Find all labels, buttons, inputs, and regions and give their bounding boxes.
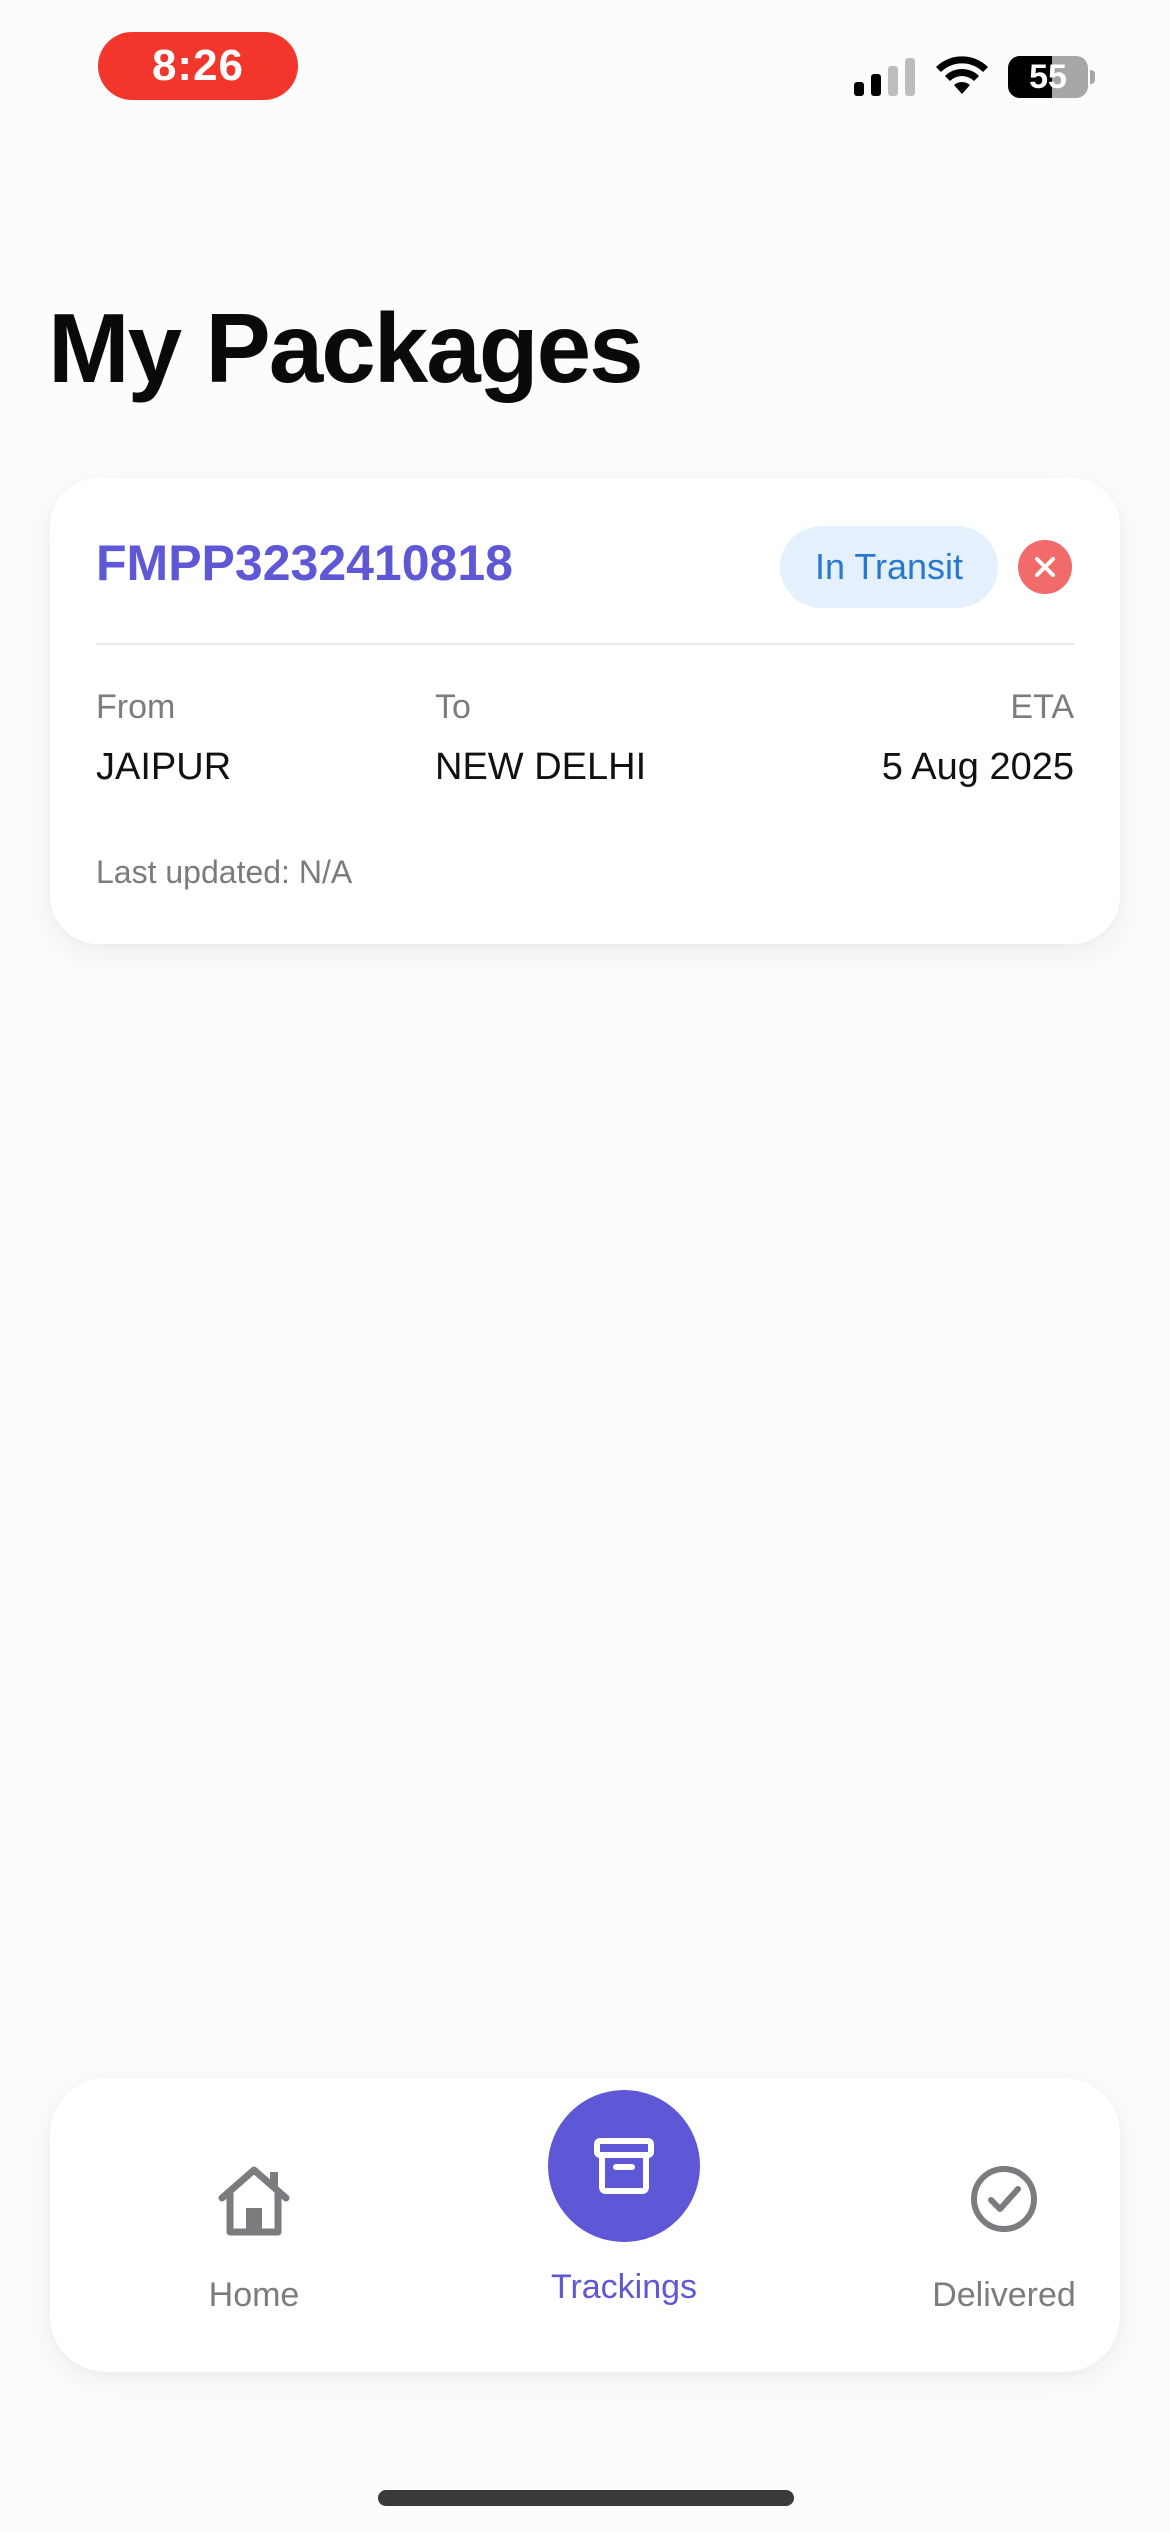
card-divider bbox=[96, 643, 1074, 645]
battery-tip bbox=[1090, 70, 1095, 84]
close-icon bbox=[1035, 557, 1055, 577]
from-value: JAIPUR bbox=[96, 746, 232, 788]
archive-box-icon bbox=[594, 2138, 654, 2194]
check-circle-icon bbox=[971, 2166, 1037, 2232]
tab-delivered-label: Delivered bbox=[932, 2276, 1076, 2314]
tab-trackings-label: Trackings bbox=[550, 2268, 698, 2306]
eta-label: ETA bbox=[1010, 688, 1074, 726]
eta-value: 5 Aug 2025 bbox=[881, 746, 1074, 788]
screen: 8:26 55 My Packages FMPP3232410818 In Tr… bbox=[0, 0, 1170, 2532]
status-badge: In Transit bbox=[780, 526, 998, 608]
home-indicator[interactable] bbox=[378, 2490, 794, 2506]
remove-package-button[interactable] bbox=[1018, 540, 1072, 594]
to-value: NEW DELHI bbox=[435, 746, 647, 788]
status-bar-time[interactable]: 8:26 bbox=[98, 32, 298, 100]
tracking-number[interactable]: FMPP3232410818 bbox=[96, 534, 513, 592]
tab-home-label: Home bbox=[208, 2276, 300, 2314]
to-label: To bbox=[435, 688, 471, 726]
tab-trackings-active-circle bbox=[548, 2090, 700, 2242]
tab-bar: Home Trackings Delivered bbox=[50, 2078, 1120, 2372]
package-card[interactable]: FMPP3232410818 In Transit From JAIPUR To… bbox=[50, 478, 1120, 944]
tab-delivered[interactable]: Delivered bbox=[874, 2078, 1134, 2372]
tab-home[interactable]: Home bbox=[124, 2078, 384, 2372]
cellular-signal-icon bbox=[854, 58, 915, 96]
battery-level: 55 bbox=[1029, 57, 1067, 96]
last-updated-text: Last updated: N/A bbox=[96, 854, 353, 890]
battery-icon: 55 bbox=[1008, 56, 1088, 98]
home-icon bbox=[218, 2166, 290, 2236]
page-title: My Packages bbox=[48, 293, 644, 403]
tab-trackings[interactable]: Trackings bbox=[494, 2078, 754, 2372]
wifi-icon bbox=[936, 56, 988, 94]
from-label: From bbox=[96, 688, 176, 726]
